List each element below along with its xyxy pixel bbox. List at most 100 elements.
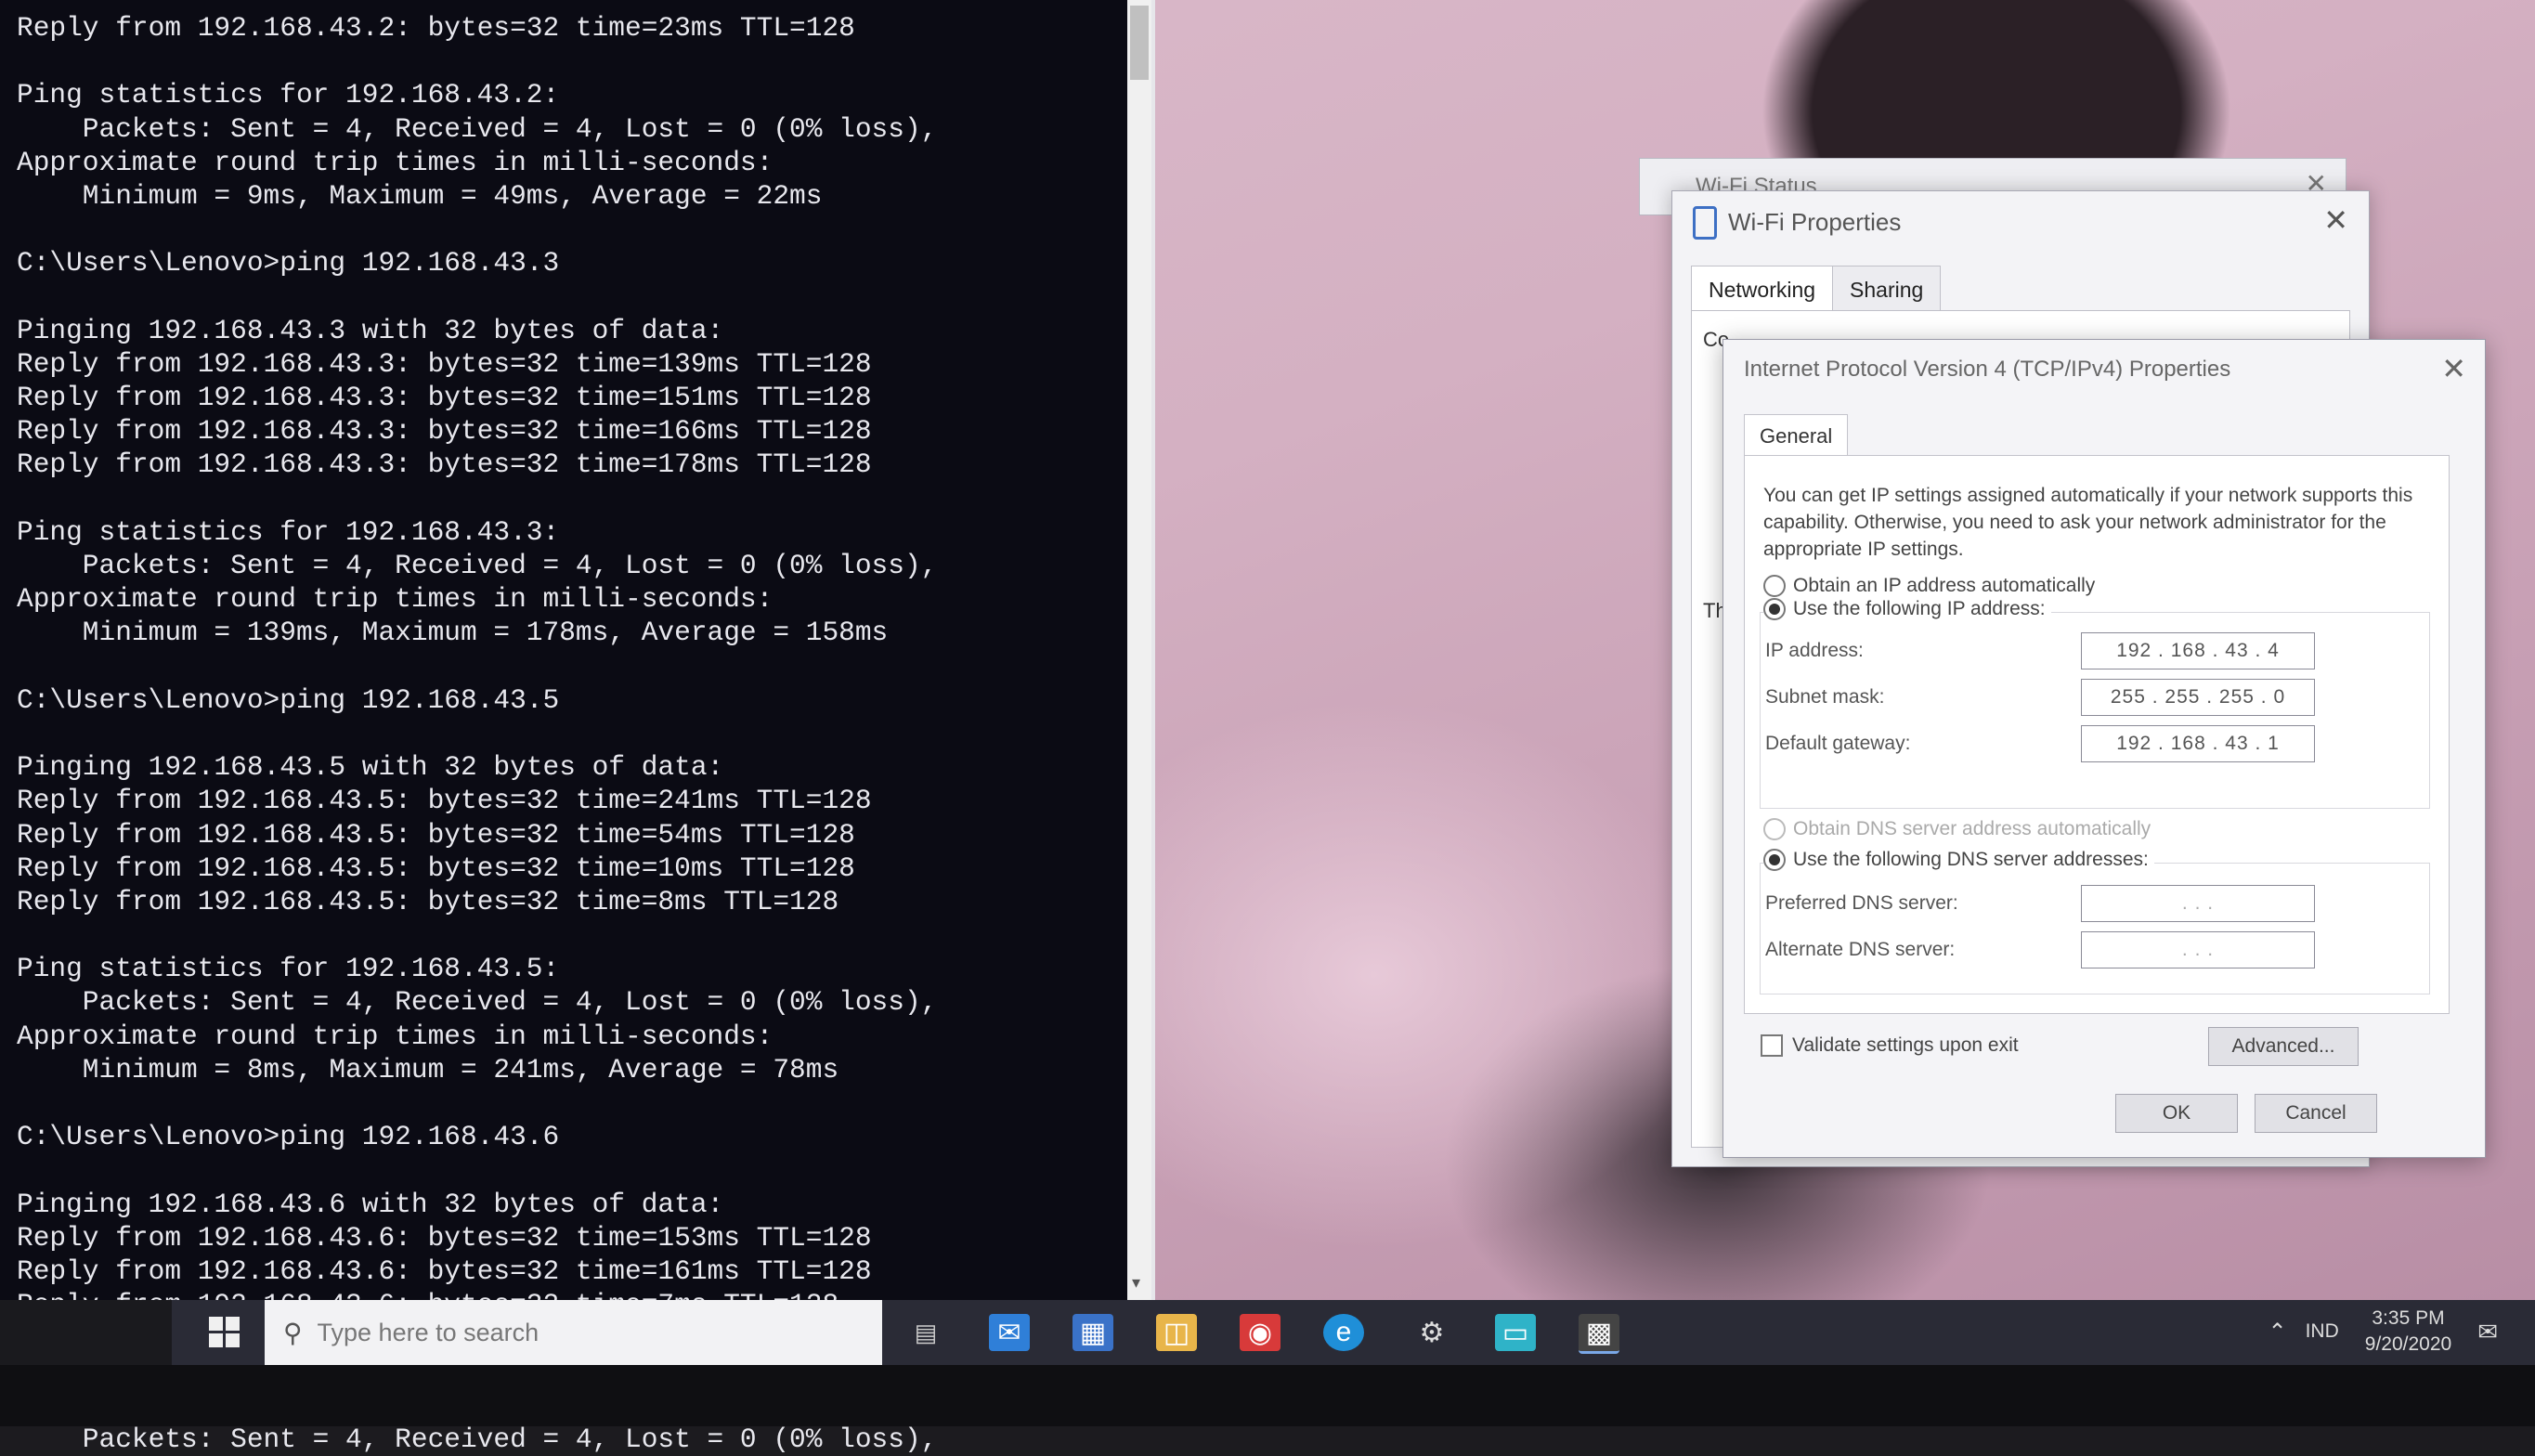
advanced-button[interactable]: Advanced...	[2208, 1027, 2359, 1066]
console-line: Minimum = 8ms, Maximum = 241ms, Average …	[17, 1053, 839, 1086]
clock-date: 9/20/2020	[2364, 1333, 2452, 1355]
use-following-ip-label: Use the following IP address:	[1793, 598, 2046, 619]
preferred-dns-input[interactable]: . . .	[2081, 885, 2315, 922]
console-line: Approximate round trip times in milli-se…	[17, 146, 774, 178]
search-placeholder: Type here to search	[317, 1318, 540, 1346]
obtain-ip-auto-label: Obtain an IP address automatically	[1793, 575, 2096, 596]
validate-settings-checkbox[interactable]	[1761, 1034, 1783, 1057]
use-following-dns-option[interactable]: Use the following DNS server addresses:	[1763, 849, 2154, 871]
default-gateway-row: Default gateway: 192 . 168 . 43 . 1	[1765, 725, 2315, 762]
console-line: Pinging 192.168.43.3 with 32 bytes of da…	[17, 314, 724, 346]
console-line: Packets: Sent = 4, Received = 4, Lost = …	[17, 550, 938, 581]
scroll-down-arrow-icon[interactable]: ▾	[1132, 1273, 1140, 1293]
subnet-mask-label: Subnet mask:	[1765, 686, 1885, 708]
scrollbar-thumb[interactable]	[1130, 6, 1149, 80]
console-line: Pinging 192.168.43.5 with 32 bytes of da…	[17, 751, 724, 784]
console-line: Reply from 192.168.43.5: bytes=32 time=8…	[17, 885, 839, 917]
cancel-button[interactable]: Cancel	[2255, 1094, 2377, 1133]
console-line: Packets: Sent = 4, Received = 4, Lost = …	[17, 986, 938, 1019]
alternate-dns-label: Alternate DNS server:	[1765, 939, 1956, 960]
ip-address-label: IP address:	[1765, 640, 1864, 661]
console-line: Pinging 192.168.43.6 with 32 bytes of da…	[17, 1188, 724, 1220]
notification-icon[interactable]: ✉	[2477, 1318, 2498, 1346]
tab-general[interactable]: General	[1744, 414, 1849, 458]
console-line: Approximate round trip times in milli-se…	[17, 1020, 774, 1052]
radio-use-following-dns[interactable]	[1763, 849, 1786, 871]
wifi-adapter-icon	[1693, 206, 1717, 240]
ok-button[interactable]: OK	[2115, 1094, 2238, 1133]
ip-address-input[interactable]: 192 . 168 . 43 . 4	[2081, 632, 2315, 670]
use-following-dns-label: Use the following DNS server addresses:	[1793, 849, 2149, 870]
console-line: Reply from 192.168.43.6: bytes=32 time=1…	[17, 1221, 872, 1254]
command-prompt-window[interactable]: Reply from 192.168.43.2: bytes=32 time=2…	[0, 0, 1155, 1455]
chevron-up-icon[interactable]: ⌃	[2268, 1319, 2286, 1346]
console-line: Reply from 192.168.43.2: bytes=32 time=2…	[17, 12, 855, 44]
console-line: Ping statistics for 192.168.43.3:	[17, 515, 560, 548]
console-output: Reply from 192.168.43.2: bytes=32 time=2…	[17, 11, 1114, 1456]
tab-sharing[interactable]: Sharing	[1832, 266, 1942, 315]
windows-logo-pane	[209, 1333, 223, 1347]
ipv4-properties-dialog[interactable]: Internet Protocol Version 4 (TCP/IPv4) P…	[1722, 339, 2486, 1158]
wifi-properties-tabs: Networking Sharing	[1691, 266, 1942, 315]
taskbar: ⚲ Type here to search ▤ ✉ ▦ ◫ ◉ e ⚙ ▭ ▩ …	[172, 1300, 2535, 1365]
network-app-icon[interactable]: ▭	[1495, 1314, 1536, 1351]
obtain-ip-auto-option[interactable]: Obtain an IP address automatically	[1763, 575, 2095, 597]
edge-browser-icon[interactable]: e	[1323, 1314, 1364, 1351]
console-line: Reply from 192.168.43.3: bytes=32 time=1…	[17, 347, 872, 380]
obtain-dns-auto-label: Obtain DNS server address automatically	[1793, 818, 2152, 839]
tab-networking[interactable]: Networking	[1691, 266, 1834, 315]
store-icon[interactable]: ▦	[1072, 1314, 1113, 1351]
default-gateway-label: Default gateway:	[1765, 733, 1911, 754]
mail-icon[interactable]: ✉	[989, 1314, 1030, 1351]
preferred-dns-row: Preferred DNS server: . . .	[1765, 885, 2315, 922]
taskbar-clock[interactable]: 3:35 PM 9/20/2020	[2365, 1306, 2451, 1358]
console-line: C:\Users\Lenovo>ping 192.168.43.5	[17, 683, 560, 716]
system-tray: ⌃ IND 3:35 PM 9/20/2020 ✉	[2268, 1306, 2498, 1358]
ip-settings-description: You can get IP settings assigned automat…	[1763, 485, 2413, 560]
taskbar-search-box[interactable]: ⚲ Type here to search	[265, 1300, 882, 1365]
wifi-properties-title: Wi-Fi Properties	[1728, 208, 1902, 236]
search-icon: ⚲	[283, 1318, 303, 1347]
general-panel: You can get IP settings assigned automat…	[1744, 455, 2450, 1014]
console-line: Packets: Sent = 4, Received = 4, Lost = …	[17, 112, 938, 145]
obtain-dns-auto-option[interactable]: Obtain DNS server address automatically	[1763, 818, 2151, 840]
console-line: Ping statistics for 192.168.43.2:	[17, 79, 560, 111]
console-line: Packets: Sent = 4, Received = 4, Lost = …	[17, 1423, 938, 1455]
alternate-dns-input[interactable]: . . .	[2081, 931, 2315, 968]
radio-obtain-dns-auto[interactable]	[1763, 818, 1786, 840]
windows-logo-pane	[226, 1317, 240, 1331]
start-button[interactable]	[209, 1317, 240, 1348]
close-icon[interactable]: ✕	[2441, 351, 2466, 386]
close-icon[interactable]: ✕	[2323, 202, 2348, 238]
subnet-mask-row: Subnet mask: 255 . 255 . 255 . 0	[1765, 679, 2315, 716]
console-line: Reply from 192.168.43.5: bytes=32 time=5…	[17, 818, 855, 851]
settings-gear-icon[interactable]: ⚙	[1411, 1314, 1452, 1351]
screen-bezel-bottom	[0, 1365, 2535, 1426]
console-line: Approximate round trip times in milli-se…	[17, 583, 774, 616]
radio-obtain-ip-auto[interactable]	[1763, 575, 1786, 597]
windows-logo-icon	[209, 1317, 223, 1331]
console-line: Reply from 192.168.43.6: bytes=32 time=1…	[17, 1254, 872, 1287]
validate-settings-label: Validate settings upon exit	[1792, 1034, 2019, 1056]
console-line: Reply from 192.168.43.3: bytes=32 time=1…	[17, 382, 872, 414]
radio-use-following-ip[interactable]	[1763, 598, 1786, 620]
task-view-icon[interactable]: ▤	[905, 1314, 946, 1351]
photos-app-icon[interactable]: ◉	[1240, 1314, 1280, 1351]
console-line: Reply from 192.168.43.3: bytes=32 time=1…	[17, 448, 872, 481]
default-gateway-input[interactable]: 192 . 168 . 43 . 1	[2081, 725, 2315, 762]
subnet-mask-input[interactable]: 255 . 255 . 255 . 0	[2081, 679, 2315, 716]
console-line: Minimum = 139ms, Maximum = 178ms, Averag…	[17, 617, 889, 649]
file-explorer-icon[interactable]: ◫	[1156, 1314, 1197, 1351]
console-line: Reply from 192.168.43.5: bytes=32 time=2…	[17, 785, 872, 817]
use-following-ip-option[interactable]: Use the following IP address:	[1763, 598, 2051, 620]
language-indicator[interactable]: IND	[2306, 1320, 2339, 1343]
command-prompt-taskbar-icon[interactable]: ▩	[1579, 1314, 1619, 1354]
validate-settings-option[interactable]: Validate settings upon exit	[1761, 1034, 2019, 1057]
console-scrollbar[interactable]: ▾	[1127, 0, 1151, 1300]
